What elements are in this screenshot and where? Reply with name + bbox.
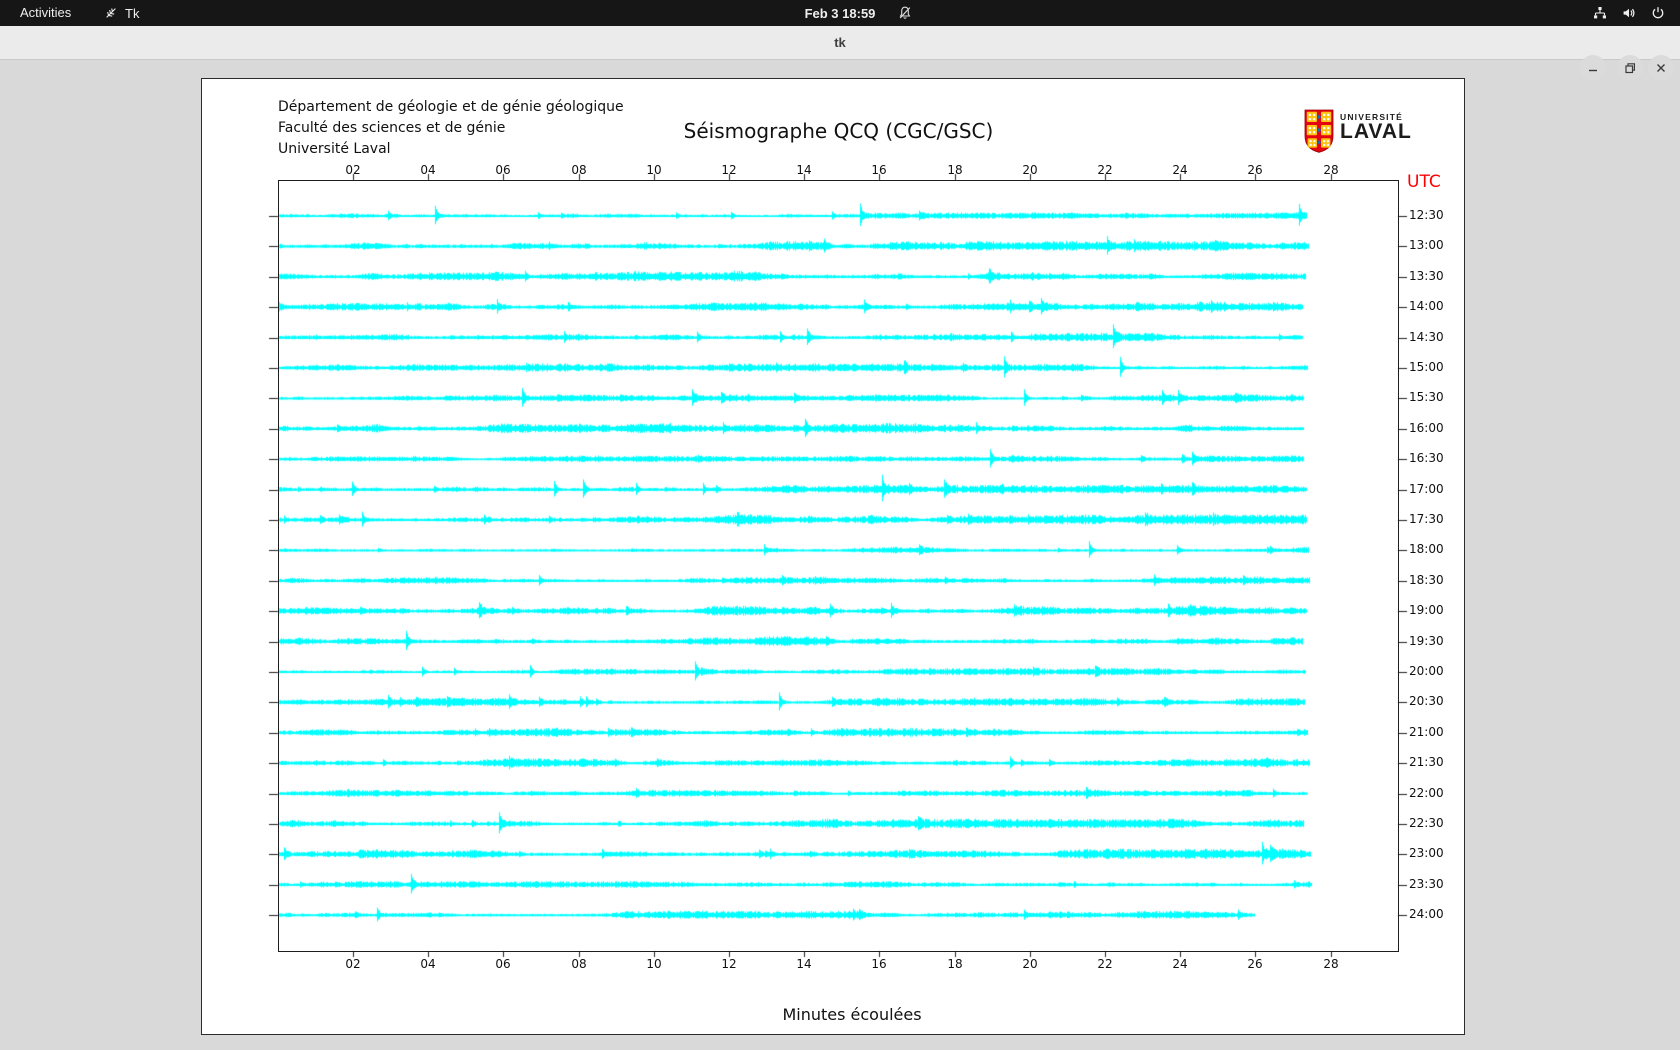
close-icon	[1657, 64, 1665, 72]
utc-row-label: 15:30	[1409, 390, 1444, 404]
laval-shield-icon	[1304, 109, 1334, 153]
x-tick-label-bottom: 04	[420, 957, 436, 971]
x-tick-label-bottom: 06	[495, 957, 511, 971]
x-tick-label-bottom: 08	[571, 957, 587, 971]
network-wired-icon[interactable]	[1592, 5, 1608, 21]
bell-slash-icon	[897, 5, 913, 21]
utc-row-label: 19:00	[1409, 603, 1444, 617]
tk-feather-icon	[104, 6, 118, 20]
utc-row-label: 16:00	[1409, 421, 1444, 435]
x-tick-label-top: 08	[571, 163, 587, 177]
utc-row-label: 20:30	[1409, 694, 1444, 708]
x-tick-label-top: 10	[646, 163, 662, 177]
utc-row-label: 23:00	[1409, 846, 1444, 860]
x-tick-label-top: 18	[947, 163, 963, 177]
x-tick-label-bottom: 24	[1172, 957, 1188, 971]
utc-row-label: 18:30	[1409, 573, 1444, 587]
top-bar: Activities Tk Feb 3 18:59	[0, 0, 1680, 26]
x-tick-label-top: 24	[1172, 163, 1188, 177]
utc-row-label: 14:30	[1409, 330, 1444, 344]
x-tick-label-top: 16	[871, 163, 887, 177]
activities-button[interactable]: Activities	[12, 0, 79, 26]
utc-row-label: 15:00	[1409, 360, 1444, 374]
utc-row-label: 13:00	[1409, 238, 1444, 252]
clock-button[interactable]: Feb 3 18:59	[805, 0, 876, 26]
window-title-bar: tk	[0, 26, 1680, 81]
x-tick-label-top: 20	[1022, 163, 1038, 177]
utc-row-label: 24:00	[1409, 907, 1444, 921]
utc-row-label: 17:00	[1409, 482, 1444, 496]
utc-row-label: 21:30	[1409, 755, 1444, 769]
x-tick-label-top: 12	[721, 163, 737, 177]
laval-logo: UNIVERSITÉ LAVAL	[1304, 109, 1412, 153]
tk-canvas-window: Département de géologie et de génie géol…	[201, 78, 1465, 1035]
header-line-1: Département de géologie et de génie géol…	[278, 99, 624, 115]
maximize-icon	[1625, 63, 1635, 74]
utc-row-label: 17:30	[1409, 512, 1444, 526]
x-tick-label-bottom: 18	[947, 957, 963, 971]
utc-row-label: 22:00	[1409, 786, 1444, 800]
minimize-button[interactable]	[1580, 55, 1606, 81]
utc-row-label: 22:30	[1409, 816, 1444, 830]
maximize-button[interactable]	[1617, 55, 1643, 81]
utc-row-label: 16:30	[1409, 451, 1444, 465]
utc-row-label: 19:30	[1409, 634, 1444, 648]
x-tick-label-bottom: 26	[1247, 957, 1263, 971]
utc-axis-label: UTC	[1407, 172, 1441, 192]
utc-row-label: 23:30	[1409, 877, 1444, 891]
minimize-icon	[1589, 69, 1597, 72]
x-tick-label-bottom: 28	[1323, 957, 1339, 971]
utc-row-label: 18:00	[1409, 542, 1444, 556]
x-tick-label-bottom: 10	[646, 957, 662, 971]
x-tick-label-bottom: 12	[721, 957, 737, 971]
x-tick-label-top: 14	[796, 163, 812, 177]
plot-title: Séismographe QCQ (CGC/GSC)	[683, 119, 994, 143]
clock-label: Feb 3 18:59	[804, 5, 876, 21]
x-tick-label-bottom: 16	[871, 957, 887, 971]
utc-row-label: 21:00	[1409, 725, 1444, 739]
x-tick-label-bottom: 22	[1097, 957, 1113, 971]
utc-row-label: 14:00	[1409, 299, 1444, 313]
logo-laval-text: LAVAL	[1340, 120, 1412, 143]
x-tick-label-top: 06	[495, 163, 511, 177]
tk-app-indicator[interactable]: Tk	[104, 0, 139, 26]
utc-row-label: 20:00	[1409, 664, 1444, 678]
system-tray	[1592, 0, 1666, 26]
x-axis-label: Minutes écoulées	[782, 1005, 922, 1024]
x-tick-label-top: 26	[1247, 163, 1263, 177]
x-tick-label-bottom: 14	[796, 957, 812, 971]
x-tick-label-top: 28	[1323, 163, 1339, 177]
window-title: tk	[834, 35, 846, 50]
volume-icon[interactable]	[1621, 5, 1637, 21]
x-tick-label-top: 02	[345, 163, 361, 177]
plot-border	[278, 180, 1399, 952]
tk-app-indicator-label: Tk	[125, 5, 140, 21]
x-tick-label-bottom: 02	[345, 957, 361, 971]
utc-row-label: 13:30	[1409, 269, 1444, 283]
power-icon[interactable]	[1650, 5, 1666, 21]
close-button[interactable]	[1648, 55, 1674, 81]
utc-row-label: 12:30	[1409, 208, 1444, 222]
x-tick-label-top: 04	[420, 163, 436, 177]
x-tick-label-bottom: 20	[1022, 957, 1038, 971]
x-tick-label-top: 22	[1097, 163, 1113, 177]
